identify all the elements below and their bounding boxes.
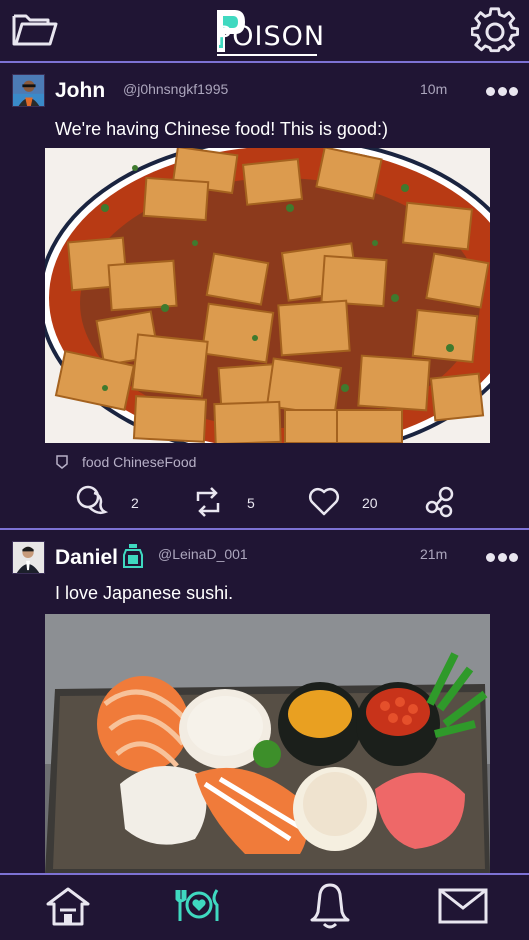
nav-divider bbox=[0, 873, 529, 875]
avatar[interactable] bbox=[12, 74, 45, 107]
mail-icon[interactable] bbox=[438, 888, 488, 924]
post-card[interactable]: Daniel @LeinaD_001 21m I love Japanese s… bbox=[0, 530, 529, 873]
bell-icon[interactable] bbox=[308, 882, 352, 930]
post-actions: 2 5 20 bbox=[0, 483, 529, 523]
repost-count: 5 bbox=[247, 495, 255, 511]
comment-icon[interactable] bbox=[75, 485, 109, 519]
post-text: We're having Chinese food! This is good:… bbox=[55, 119, 388, 139]
comment-count: 2 bbox=[131, 495, 139, 511]
post-photo[interactable] bbox=[45, 614, 490, 873]
logo-underline bbox=[217, 54, 317, 56]
share-icon[interactable] bbox=[424, 485, 456, 519]
top-bar: POISON bbox=[0, 0, 529, 62]
logo-text: POISON bbox=[215, 21, 326, 52]
post-text: I love Japanese sushi. bbox=[55, 583, 234, 603]
user-handle[interactable]: @LeinaD_001 bbox=[158, 546, 248, 562]
more-options-button[interactable] bbox=[486, 86, 518, 96]
dining-icon[interactable] bbox=[175, 887, 223, 923]
more-options-button[interactable] bbox=[486, 552, 518, 562]
user-name[interactable]: Daniel bbox=[55, 546, 118, 570]
bottom-nav bbox=[0, 873, 529, 940]
user-handle[interactable]: @j0hnsngkf1995 bbox=[123, 81, 228, 97]
post-time: 10m bbox=[420, 81, 448, 97]
tag-icon bbox=[56, 455, 68, 469]
verified-bottle-icon bbox=[123, 544, 143, 568]
home-icon[interactable] bbox=[44, 884, 92, 930]
avatar[interactable] bbox=[12, 541, 45, 574]
repost-icon[interactable] bbox=[193, 485, 223, 519]
post-card[interactable]: John @j0hnsngkf1995 10m We're having Chi… bbox=[0, 63, 529, 528]
app-logo[interactable]: POISON bbox=[213, 4, 326, 58]
like-icon[interactable] bbox=[308, 487, 340, 517]
app-screen: POISON John @j0hnsngkf1995 10m We're hav… bbox=[0, 0, 529, 940]
post-time: 21m bbox=[420, 546, 448, 562]
like-count: 20 bbox=[362, 495, 378, 511]
post-photo[interactable] bbox=[45, 148, 490, 443]
tag-text: food ChineseFood bbox=[82, 454, 197, 470]
gear-icon[interactable] bbox=[471, 6, 519, 54]
folder-icon[interactable] bbox=[10, 8, 58, 50]
user-name[interactable]: John bbox=[55, 79, 105, 103]
post-tags[interactable]: food ChineseFood bbox=[56, 454, 196, 470]
